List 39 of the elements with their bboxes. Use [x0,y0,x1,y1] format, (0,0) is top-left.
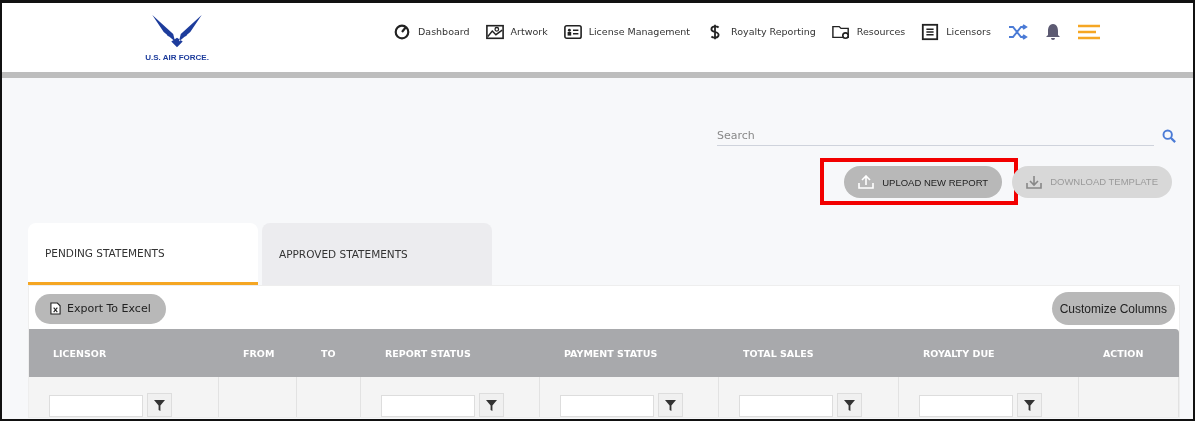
filter-icon [486,399,497,411]
filter-field[interactable] [739,395,833,417]
logo[interactable]: U.S. AIR FORCE. [104,3,250,72]
filter-icon [665,399,676,411]
filter-field[interactable] [919,395,1013,417]
action-button[interactable]: UPLOAD NEW REPORT [844,166,1003,198]
filter-button[interactable] [479,393,504,417]
filter-button[interactable] [147,393,172,417]
logo-text: U.S. AIR FORCE. [145,53,209,62]
search-icon[interactable] [1162,129,1176,143]
id-card-icon [562,22,583,41]
shuffle-icon[interactable] [1007,23,1028,40]
statement-tab[interactable]: APPROVED STATEMENTS [262,223,492,285]
nav-link[interactable]: License Management [562,22,691,41]
customize-columns-button[interactable]: Customize Columns [1051,292,1175,325]
search-field[interactable]: Search [717,126,1154,146]
filter-icon [154,399,165,411]
filter-field[interactable] [381,395,475,417]
filter-field[interactable] [560,395,654,417]
filter-icon [1024,399,1035,411]
filter-button[interactable] [837,393,862,417]
nav-link[interactable]: Artwork [484,22,548,41]
filter-field[interactable] [49,395,143,417]
nav-link[interactable]: Dashboard [392,22,470,41]
nav-link[interactable]: Licensors [920,22,991,41]
upload-icon [858,175,875,189]
filter-icon [844,399,855,411]
filter-button[interactable] [1017,393,1042,417]
excel-file-icon [50,302,61,315]
export-button[interactable]: Export To Excel [35,293,166,324]
statement-tab[interactable]: PENDING STATEMENTS [28,223,258,285]
nav-link[interactable]: Royalty Reporting [705,22,816,41]
nav-link[interactable]: Resources [830,22,906,41]
document-icon [920,22,941,41]
filter-button[interactable] [658,393,683,417]
image-icon [484,22,505,41]
bell-icon[interactable] [1044,22,1061,41]
download-icon [1026,174,1043,189]
gauge-icon [392,22,412,41]
